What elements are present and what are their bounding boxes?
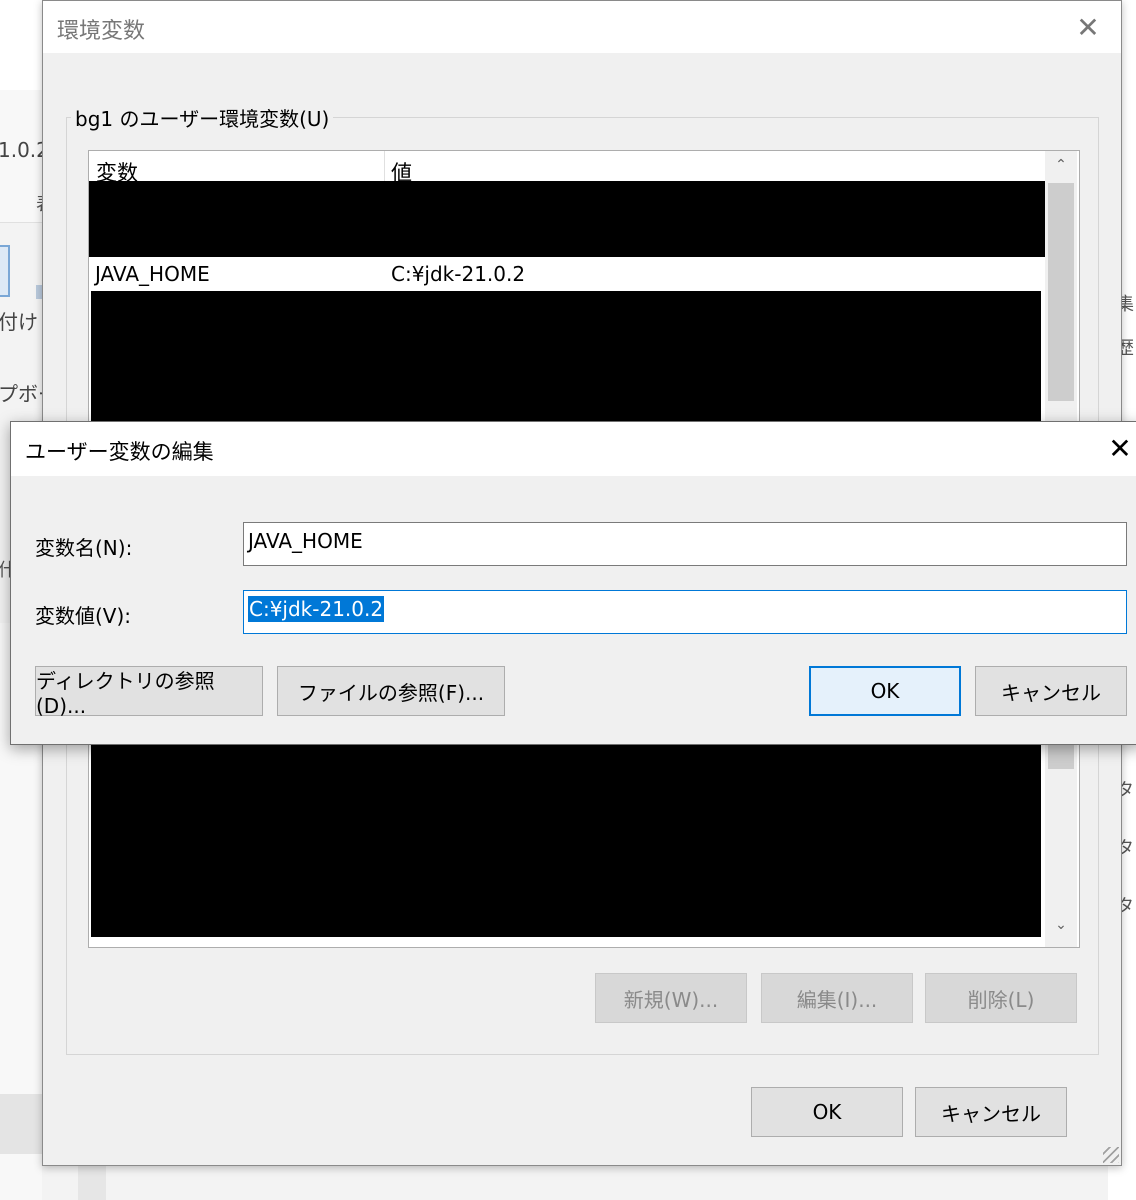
ok-button[interactable]: OK	[751, 1087, 903, 1137]
background-icon	[0, 245, 10, 297]
edit-button[interactable]: 編集(I)...	[761, 973, 913, 1023]
redacted-row	[91, 743, 1041, 937]
variable-name-label: 変数名(N):	[35, 536, 133, 560]
scrollbar-thumb[interactable]	[1048, 741, 1074, 769]
cancel-button[interactable]: キャンセル	[915, 1087, 1067, 1137]
background-window-top	[0, 0, 42, 90]
close-icon[interactable]: ✕	[1105, 432, 1135, 465]
dialog-title: ユーザー変数の編集	[25, 440, 214, 464]
list-item[interactable]: JAVA_HOME C:¥jdk-21.0.2	[89, 257, 1045, 291]
delete-button[interactable]: 削除(L)	[925, 973, 1077, 1023]
redacted-row	[91, 291, 1041, 421]
ok-button[interactable]: OK	[809, 666, 961, 716]
dialog-title: 環境変数	[57, 19, 146, 44]
title-bar: 環境変数 ✕	[43, 1, 1121, 53]
edit-user-variable-dialog: ユーザー変数の編集 ✕ 変数名(N): JAVA_HOME 変数値(V): C:…	[10, 421, 1136, 745]
column-divider[interactable]	[384, 151, 385, 181]
scrollbar-thumb[interactable]	[1048, 183, 1074, 401]
cancel-button[interactable]: キャンセル	[975, 666, 1127, 716]
variable-value-label: 変数値(V):	[35, 604, 132, 628]
background-panel	[0, 1094, 42, 1154]
group-label: bg1 のユーザー環境変数(U)	[71, 103, 334, 132]
variable-name-field[interactable]: JAVA_HOME	[243, 522, 1127, 566]
background-scrollbar	[78, 1165, 106, 1200]
variable-name-text: JAVA_HOME	[248, 529, 363, 553]
browse-file-button[interactable]: ファイルの参照(F)...	[277, 666, 505, 716]
selected-value-text: C:¥jdk-21.0.2	[248, 596, 385, 622]
title-bar: ユーザー変数の編集 ✕	[11, 422, 1136, 476]
chevron-down-icon[interactable]: ⌄	[1045, 917, 1077, 933]
chevron-up-icon[interactable]: ⌃	[1045, 157, 1077, 173]
background-text-fragment: 付け	[0, 310, 38, 334]
variable-value-field[interactable]: C:¥jdk-21.0.2	[243, 590, 1127, 634]
new-button[interactable]: 新規(W)...	[595, 973, 747, 1023]
close-icon[interactable]: ✕	[1073, 11, 1103, 44]
row-variable-name: JAVA_HOME	[95, 262, 210, 286]
row-variable-value: C:¥jdk-21.0.2	[391, 262, 526, 286]
browse-directory-button[interactable]: ディレクトリの参照(D)...	[35, 666, 263, 718]
redacted-row	[89, 181, 1045, 257]
resize-grip-icon[interactable]	[1103, 1147, 1119, 1163]
